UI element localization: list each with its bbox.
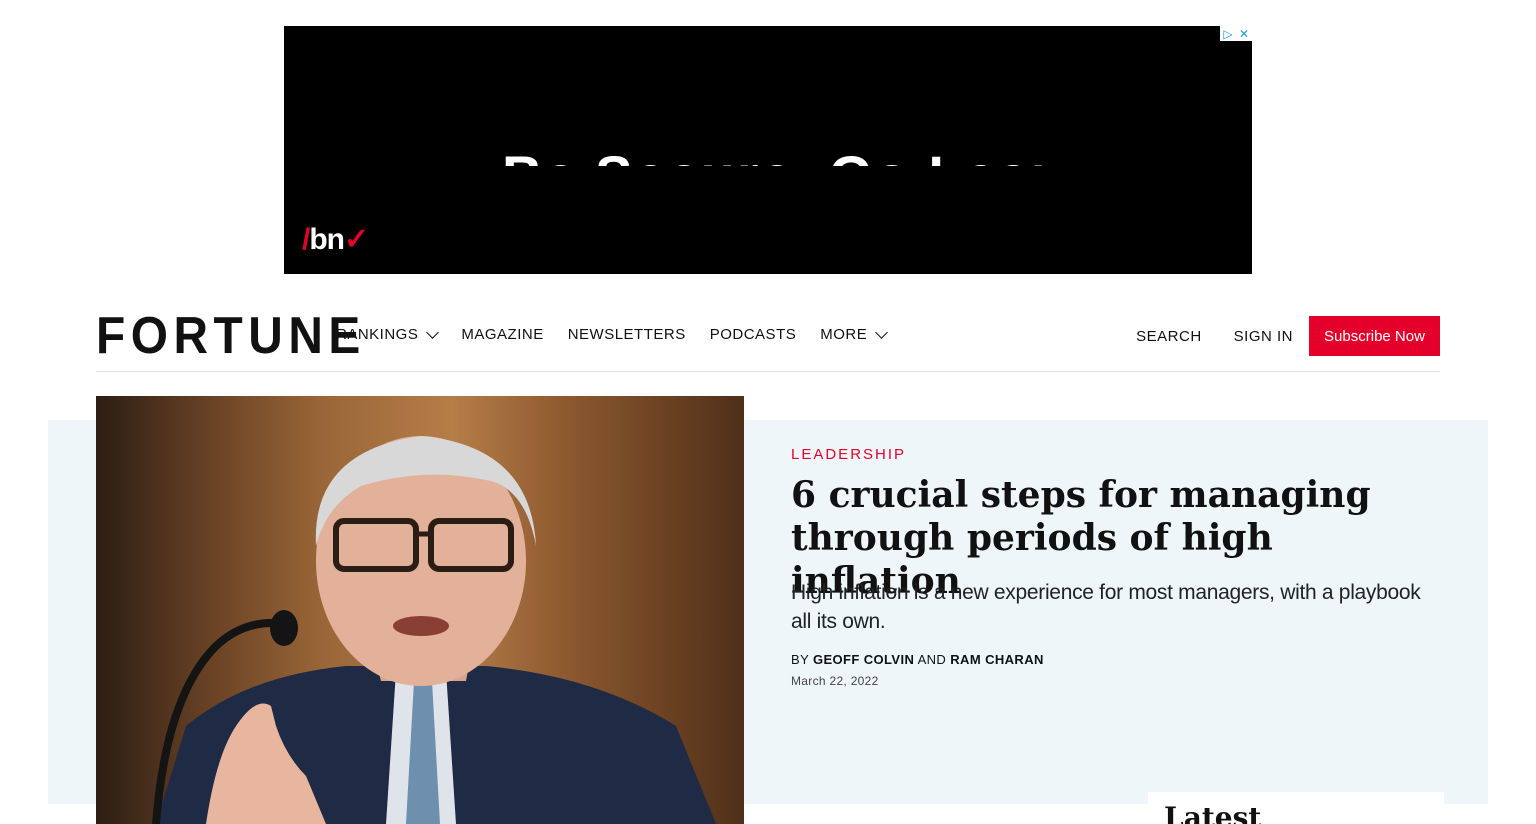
byline-prefix: BY: [791, 652, 809, 667]
search-link[interactable]: SEARCH: [1136, 328, 1202, 345]
author-link[interactable]: GEOFF COLVIN: [813, 652, 914, 667]
header-actions: SEARCH SIGN IN Subscribe Now: [1136, 316, 1440, 356]
nav-newsletters-label: NEWSLETTERS: [567, 326, 686, 343]
author-link[interactable]: RAM CHARAN: [950, 652, 1044, 667]
ad-controls: ▷ ✕: [1220, 26, 1252, 41]
nav-podcasts[interactable]: PODCASTS: [710, 326, 797, 343]
byline-and: AND: [917, 652, 947, 667]
ad-choices-icon[interactable]: ▷: [1220, 26, 1236, 41]
subscribe-button[interactable]: Subscribe Now: [1309, 316, 1440, 356]
nav-more[interactable]: MORE: [820, 325, 889, 343]
ad-headline: Be Secure. Go Lean.222: [502, 144, 1042, 166]
hero-photo-illustration: [152, 436, 716, 824]
article-date: March 22, 2022: [791, 674, 879, 688]
nav-more-label: MORE: [820, 326, 868, 343]
article-byline: BY GEOFF COLVIN AND RAM CHARAN: [791, 652, 1044, 667]
ad-logo: /bn✓: [302, 223, 369, 256]
article-category[interactable]: LEADERSHIP: [791, 446, 906, 463]
nav-magazine-label: MAGAZINE: [461, 326, 544, 343]
latest-title: Latest: [1164, 801, 1262, 824]
hero-image[interactable]: [96, 396, 744, 824]
ad-close-icon[interactable]: ✕: [1236, 26, 1252, 41]
nav-rankings[interactable]: RANKINGS: [336, 325, 440, 343]
nav-podcasts-label: PODCASTS: [709, 326, 797, 343]
ad-banner[interactable]: Be Secure. Go Lean.222 /bn✓ ▷ ✕: [284, 26, 1252, 274]
chevron-down-icon: [426, 325, 440, 339]
sign-in-link[interactable]: SIGN IN: [1234, 328, 1293, 345]
chevron-down-icon: [875, 325, 889, 339]
nav-magazine[interactable]: MAGAZINE: [461, 326, 543, 343]
latest-panel: Latest: [1148, 792, 1444, 824]
fortune-logo[interactable]: FORTUNE: [96, 310, 366, 362]
nav-rankings-label: RANKINGS: [336, 326, 419, 343]
article-dek: High inflation is a new experience for m…: [791, 581, 1421, 633]
main-nav: RANKINGS MAGAZINE NEWSLETTERS PODCASTS M…: [336, 325, 889, 343]
nav-newsletters[interactable]: NEWSLETTERS: [568, 326, 686, 343]
site-header: FORTUNE RANKINGS MAGAZINE NEWSLETTERS PO…: [96, 296, 1440, 372]
